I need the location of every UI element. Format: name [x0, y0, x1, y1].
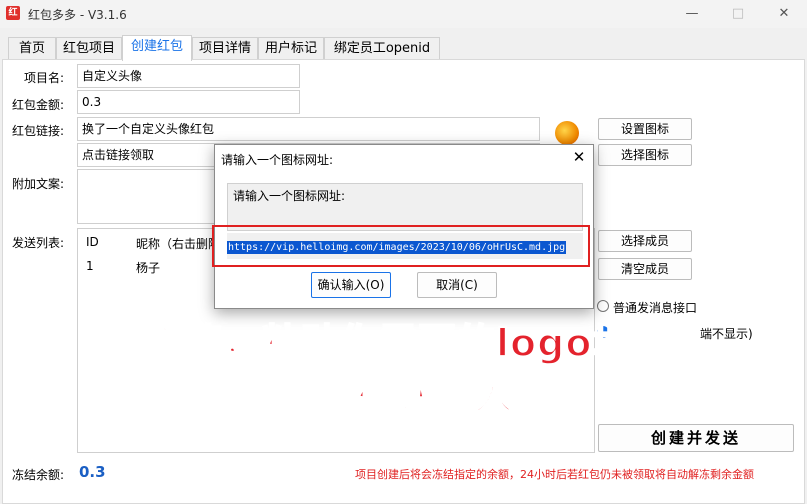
maximize-icon[interactable]: □	[715, 0, 761, 28]
link-image-icon	[555, 121, 579, 145]
frozen-balance-label: 冻结余额:	[12, 468, 65, 482]
close-icon[interactable]: ✕	[761, 0, 807, 28]
highlight-box	[212, 225, 590, 267]
overlay-instruction-line2: 点确认输入	[317, 373, 514, 419]
tab-create[interactable]: 创建红包	[122, 35, 192, 61]
column-header-nickname[interactable]: 昵称（右击删除	[136, 235, 220, 252]
dialog-prompt: 请输入一个图标网址:	[233, 189, 346, 203]
tab-user-tags[interactable]: 用户标记	[258, 37, 324, 60]
dialog-cancel-button[interactable]: 取消(C)	[417, 272, 497, 298]
set-icon-button[interactable]: 设置图标	[598, 118, 692, 140]
tab-project-details[interactable]: 项目详情	[192, 37, 258, 60]
send-list-label: 发送列表:	[12, 236, 65, 250]
frozen-balance-value: 0.3	[79, 463, 106, 481]
dialog-title: 请输入一个图标网址:	[221, 153, 334, 167]
clear-member-button[interactable]: 清空成员	[598, 258, 692, 280]
tab-bind-openid[interactable]: 绑定员工openid	[324, 37, 440, 60]
choose-member-button[interactable]: 选择成员	[598, 230, 692, 252]
row-id: 1	[86, 259, 94, 273]
project-name-input[interactable]: 自定义头像	[77, 64, 300, 88]
choose-icon-button[interactable]: 选择图标	[598, 144, 692, 166]
column-header-id[interactable]: ID	[86, 235, 99, 249]
tab-home[interactable]: 首页	[8, 37, 56, 60]
amount-input[interactable]: 0.3	[77, 90, 300, 114]
radio-second-option-label: 端不显示)	[700, 327, 753, 341]
project-name-label: 项目名:	[24, 71, 65, 85]
amount-label: 红包金额:	[12, 98, 65, 112]
overlay-instruction-line1: 清空掉，粘贴你需要的logo地址	[105, 320, 671, 366]
dialog-close-icon[interactable]: ✕	[569, 147, 589, 167]
dialog-ok-button[interactable]: 确认输入(O)	[311, 272, 391, 298]
tab-projects[interactable]: 红包项目	[56, 37, 122, 60]
radio-normal-message[interactable]	[597, 300, 609, 312]
row-name: 杨子	[136, 261, 161, 275]
link-title-input[interactable]: 换了一个自定义头像红包	[77, 117, 540, 141]
minimize-icon[interactable]: —	[669, 0, 715, 28]
create-send-button[interactable]: 创建并发送	[598, 424, 794, 452]
notice-text: 项目创建后将会冻结指定的余额，24小时后若红包仍未被领取将自动解冻剩余金额	[355, 468, 754, 481]
window-title: 红包多多 - V3.1.6	[28, 8, 127, 22]
extra-text-label: 附加文案:	[12, 177, 65, 191]
app-icon: 红	[6, 6, 20, 20]
link-label: 红包链接:	[12, 124, 65, 138]
